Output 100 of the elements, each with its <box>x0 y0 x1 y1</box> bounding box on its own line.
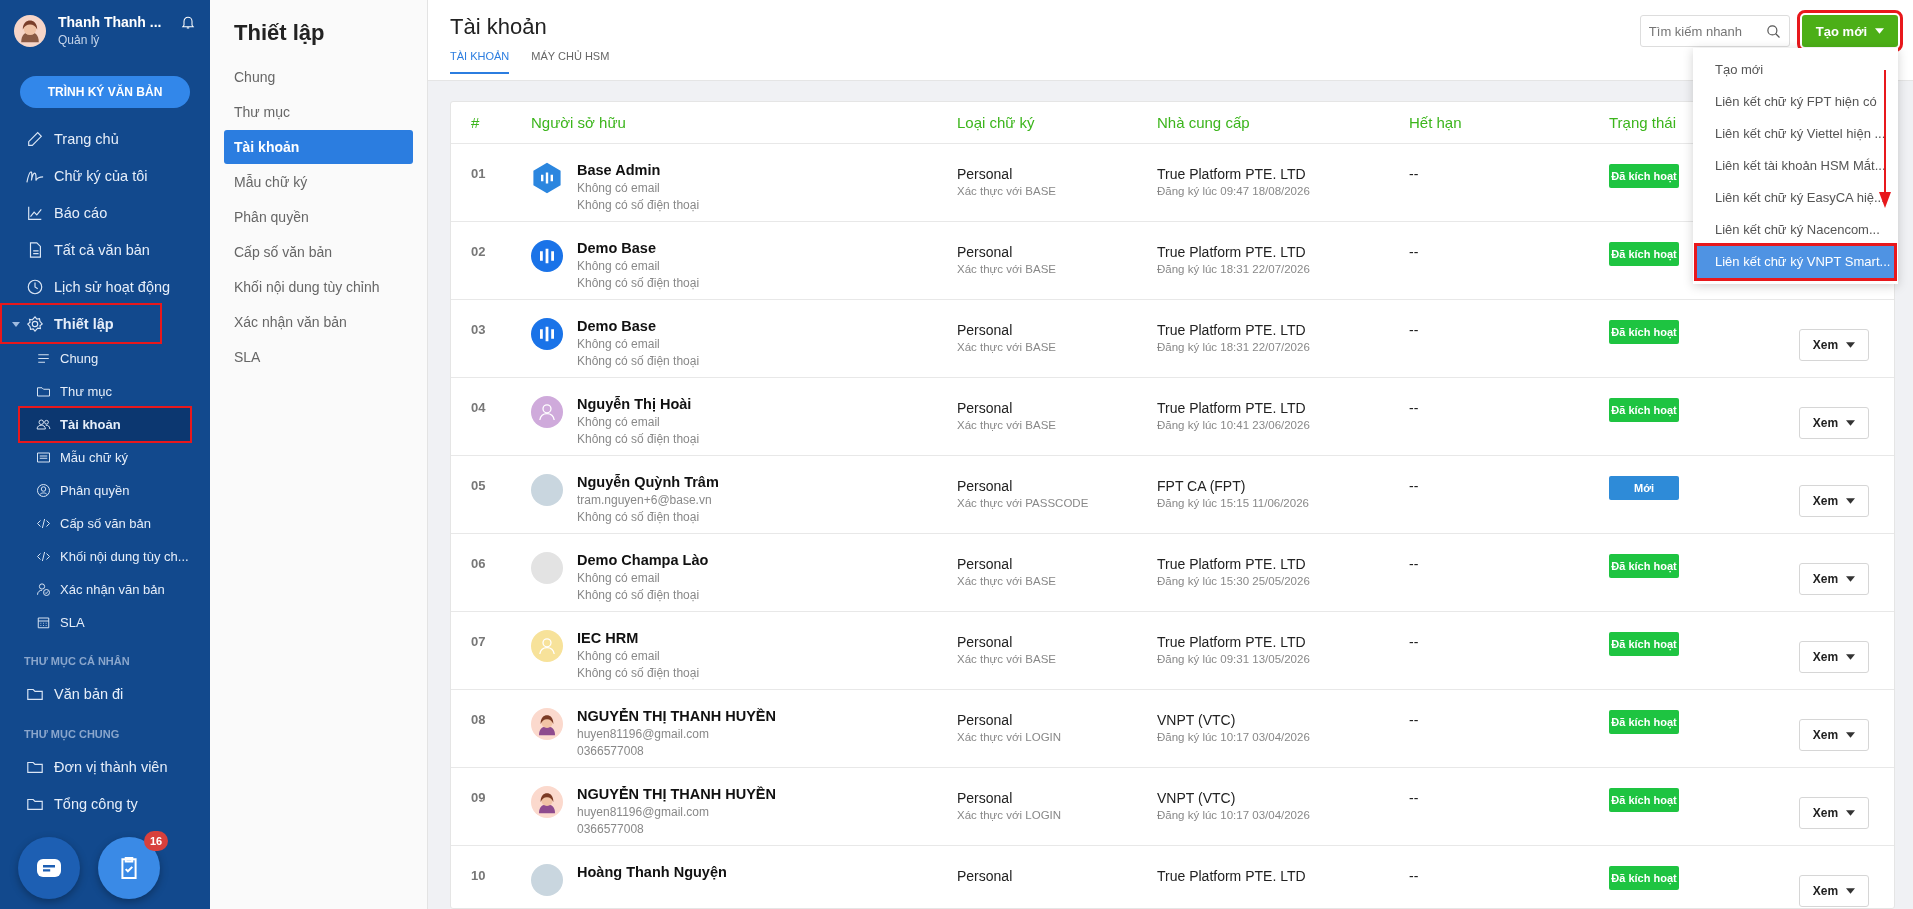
avatar-icon <box>531 552 563 584</box>
settings-menu-item[interactable]: Xác nhận văn bản <box>224 305 413 339</box>
avatar-icon <box>531 240 563 272</box>
nav-item[interactable]: Tất cả văn bản <box>0 231 210 268</box>
caret-icon <box>1846 498 1856 504</box>
settings-menu-item[interactable]: Thư mục <box>224 95 413 129</box>
auth-method: Xác thực với BASE <box>957 575 1057 587</box>
menu-item[interactable]: Tạo mới <box>1697 54 1894 86</box>
chat-button[interactable] <box>18 837 80 899</box>
nav-item[interactable]: Phân quyền <box>20 474 190 507</box>
photo-placeholder <box>531 474 563 506</box>
settings-menu-item[interactable]: Tài khoản <box>224 130 413 164</box>
settings-menu-item[interactable]: Cấp số văn bản <box>224 235 413 269</box>
auth-method: Xác thực với BASE <box>957 653 1057 665</box>
gear-icon <box>26 314 44 333</box>
caret-icon <box>1846 576 1856 582</box>
auth-method: Xác thực với BASE <box>957 341 1057 353</box>
nav-item[interactable]: Tổng công ty <box>0 785 210 822</box>
owner-phone: Không có số điện thoại <box>577 510 701 524</box>
nav-item[interactable]: Mẫu chữ ký <box>20 441 190 474</box>
row-number: 03 <box>471 321 487 337</box>
row-number: 04 <box>471 399 487 415</box>
registration-time: Đăng ký lúc 10:41 23/06/2026 <box>1157 419 1311 431</box>
view-button[interactable]: Xem <box>1799 875 1869 907</box>
menu-item[interactable]: Liên kết chữ ký Nacencom... <box>1697 214 1894 246</box>
status-badge: Đã kích hoạt <box>1609 710 1679 734</box>
owner-name: Demo Base <box>577 318 657 334</box>
status-badge: Đã kích hoạt <box>1609 320 1679 344</box>
nav-item[interactable]: SLA <box>20 606 190 639</box>
signature-type: Personal <box>957 399 1014 416</box>
menu-item[interactable]: Liên kết tài khoản HSM Mắt... <box>1697 150 1894 182</box>
view-button[interactable]: Xem <box>1799 485 1869 517</box>
tab[interactable]: MÁY CHỦ HSM <box>531 50 610 74</box>
nav-item[interactable]: Tài khoản <box>20 408 190 441</box>
view-button[interactable]: Xem <box>1799 329 1869 361</box>
column-header: Trạng thái <box>1609 114 1677 131</box>
user-role: Quản lý <box>58 33 101 47</box>
expiry-date: -- <box>1409 711 1420 728</box>
nav-item[interactable]: Đơn vị thành viên <box>0 748 210 785</box>
owner-email: Không có email <box>577 259 661 273</box>
caret-icon <box>1846 420 1856 426</box>
owner-name: Demo Champa Lào <box>577 552 709 568</box>
nav-item[interactable]: Khối nội dung tùy ch... <box>20 540 190 573</box>
row-number: 06 <box>471 555 487 571</box>
search-field[interactable]: Tìm kiếm nhanh <box>1639 15 1790 47</box>
owner-name: IEC HRM <box>577 630 640 646</box>
settings-menu-item[interactable]: Phân quyền <box>224 200 413 234</box>
settings-menu-item[interactable]: SLA <box>224 340 413 374</box>
task-button[interactable] <box>98 837 160 899</box>
settings-menu-item[interactable]: Mẫu chữ ký <box>224 165 413 199</box>
lines-icon <box>36 351 51 366</box>
nav-item[interactable]: Thư mục <box>20 375 190 408</box>
user-avatar-icon[interactable] <box>14 14 46 47</box>
expiry-date: -- <box>1409 789 1420 806</box>
submit-document-button[interactable]: TRÌNH KÝ VĂN BẢN <box>20 76 190 108</box>
view-button[interactable]: Xem <box>1799 563 1869 595</box>
menu-item[interactable]: Liên kết chữ ký Viettel hiện ... <box>1697 118 1894 150</box>
nav-item[interactable]: Trang chủ <box>0 120 210 157</box>
nav-item[interactable]: Lịch sử hoạt động <box>0 268 210 305</box>
row-number: 05 <box>471 477 487 493</box>
column-header: Loại chữ ký <box>957 114 1036 131</box>
caret-icon <box>1846 732 1856 738</box>
registration-time: Đăng ký lúc 10:17 03/04/2026 <box>1157 809 1311 821</box>
owner-phone: Không có số điện thoại <box>577 432 700 446</box>
nav-item[interactable]: Báo cáo <box>0 194 210 231</box>
nav-item[interactable]: Văn bản đi <box>0 675 210 712</box>
view-button[interactable]: Xem <box>1799 641 1869 673</box>
menu-item[interactable]: Liên kết chữ ký FPT hiện có <box>1697 86 1894 118</box>
owner-phone: 0366577008 <box>577 744 645 758</box>
status-badge: Đã kích hoạt <box>1609 866 1679 890</box>
expiry-date: -- <box>1409 243 1420 260</box>
nav-item[interactable]: Cấp số văn bản <box>20 507 190 540</box>
settings-menu-item[interactable]: Khối nội dung tùy chỉnh <box>224 270 413 304</box>
status-badge: Đã kích hoạt <box>1609 788 1679 812</box>
tab[interactable]: TÀI KHOẢN <box>450 50 510 74</box>
provider-name: VNPT (VTC) <box>1157 789 1237 806</box>
column-header: Nhà cung cấp <box>1157 114 1251 131</box>
nav-item[interactable]: Chung <box>20 342 190 375</box>
clock-icon <box>26 277 44 296</box>
task-count-badge: 16 <box>144 831 169 851</box>
owner-name: Nguyễn Thị Hoài <box>577 396 693 412</box>
view-button[interactable]: Xem <box>1799 719 1869 751</box>
view-button[interactable]: Xem <box>1799 797 1869 829</box>
row-number: 08 <box>471 711 487 727</box>
nav-item[interactable]: Chữ ký của tôi <box>0 157 210 194</box>
registration-time: Đăng ký lúc 09:47 18/08/2026 <box>1157 185 1311 197</box>
owner-email: Không có email <box>577 181 661 195</box>
notification-bell-icon[interactable] <box>180 14 196 30</box>
owner-email: Không có email <box>577 415 661 429</box>
view-button[interactable]: Xem <box>1799 407 1869 439</box>
avatar-icon <box>531 318 563 350</box>
clipboard-check-icon <box>121 857 137 879</box>
auth-method: Xác thực với BASE <box>957 263 1057 275</box>
owner-name: Base Admin <box>577 162 662 178</box>
status-badge: Đã kích hoạt <box>1609 554 1679 578</box>
nav-item[interactable]: Thiết lập <box>2 305 160 342</box>
nav-item[interactable]: Xác nhận văn bản <box>20 573 190 606</box>
owner-phone: Không có số điện thoại <box>577 666 700 680</box>
settings-menu-item[interactable]: Chung <box>224 60 413 94</box>
caret-icon <box>1846 654 1856 660</box>
